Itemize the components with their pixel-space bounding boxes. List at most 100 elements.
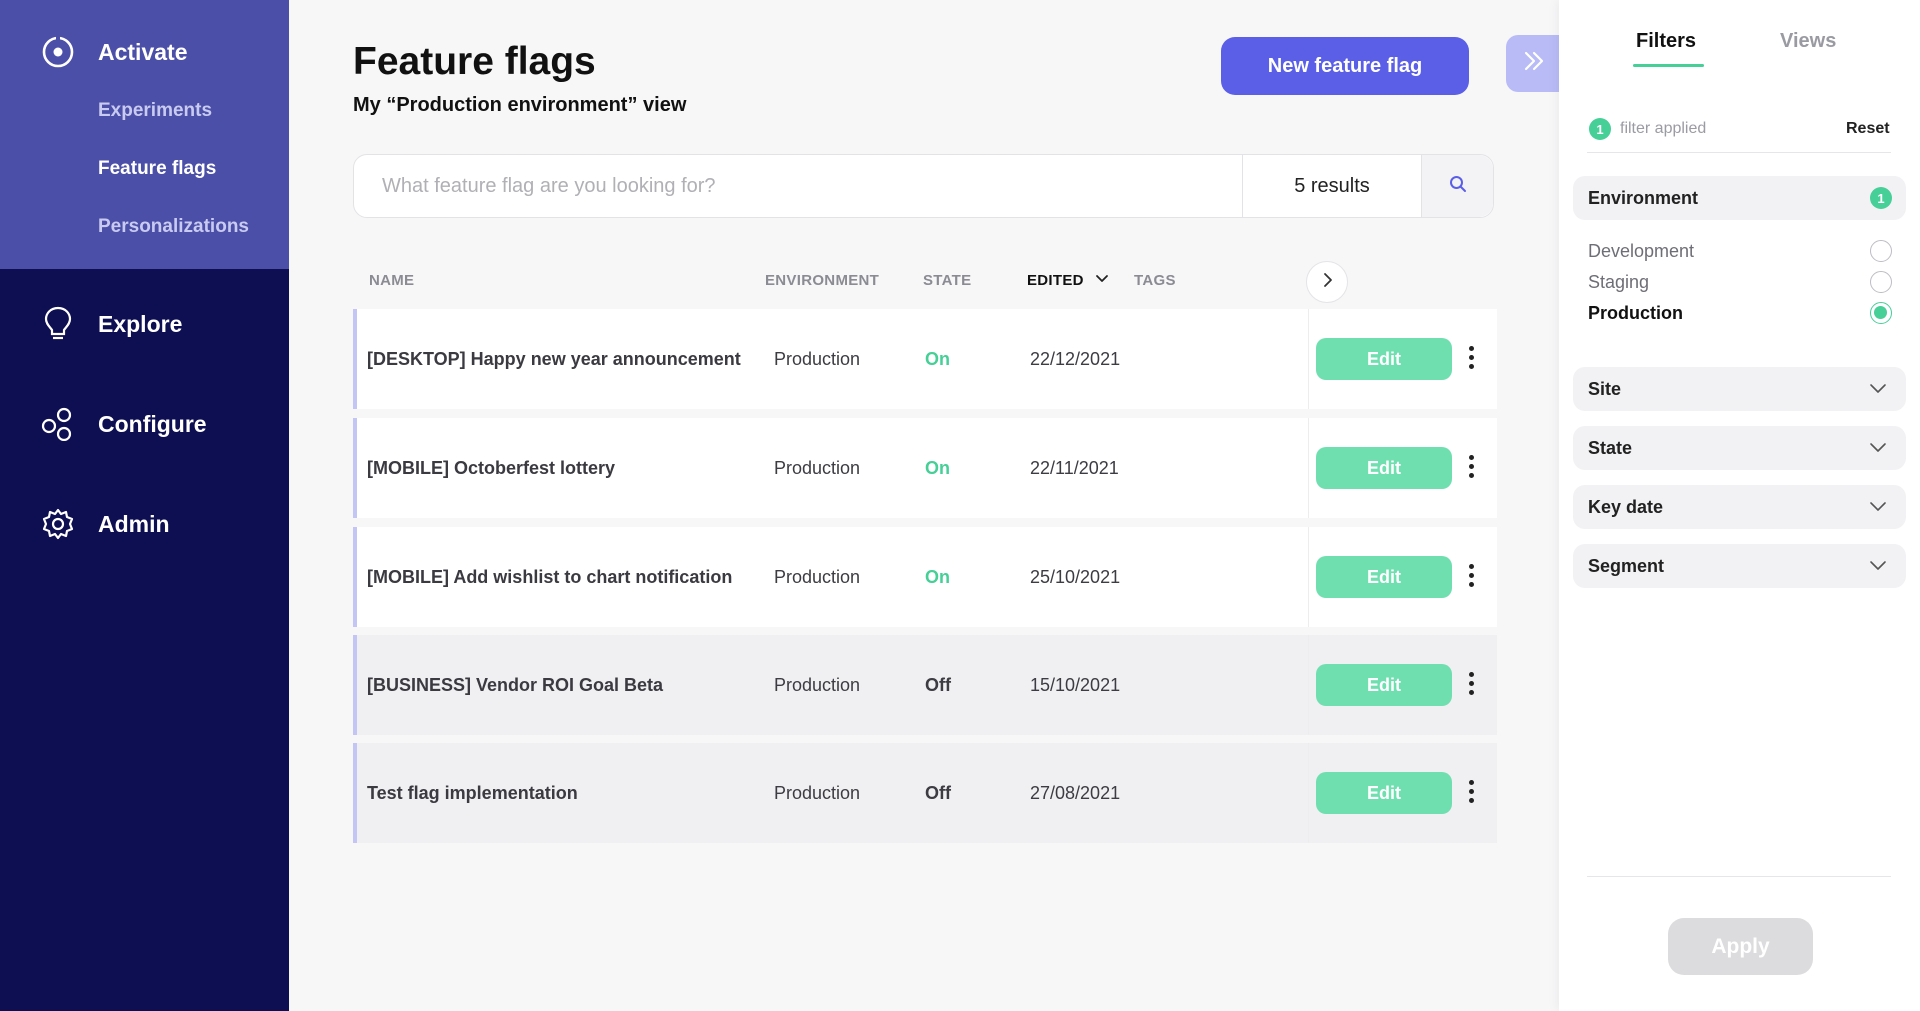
- more-options-icon[interactable]: [1461, 448, 1481, 484]
- tab-filters[interactable]: Filters: [1636, 30, 1696, 53]
- table-row: Test flag implementation Production Off …: [353, 743, 1497, 843]
- divider: [1587, 876, 1891, 877]
- collapse-panel-button[interactable]: [1506, 35, 1561, 92]
- flag-state: On: [925, 348, 950, 369]
- results-count: 5 results: [1242, 155, 1421, 217]
- row-actions: Edit: [1308, 418, 1497, 518]
- nav-activate[interactable]: Activate: [40, 34, 187, 70]
- option-label: Development: [1588, 240, 1695, 261]
- flag-environment: Production: [774, 566, 861, 587]
- flag-name[interactable]: Test flag implementation: [367, 743, 578, 843]
- filter-panel: Filters Views 1 filter applied Reset Env…: [1559, 0, 1920, 1011]
- flag-name[interactable]: [MOBILE] Octoberfest lottery: [367, 418, 615, 518]
- lightbulb-icon: [40, 306, 76, 342]
- search-bar: 5 results: [353, 154, 1494, 218]
- nav-explore-label: Explore: [98, 310, 183, 337]
- nav-explore[interactable]: Explore: [40, 306, 182, 342]
- sidebar-item-feature-flags[interactable]: Feature flags: [98, 158, 216, 180]
- filter-group-key-date[interactable]: Key date: [1573, 485, 1906, 529]
- search-input[interactable]: [354, 155, 1242, 217]
- flag-edited-date: 27/08/2021: [1030, 782, 1121, 803]
- page-title: Feature flags: [353, 40, 596, 83]
- flag-environment: Production: [774, 457, 861, 478]
- page-subtitle: My “Production environment” view: [353, 94, 687, 116]
- table-row: [DESKTOP] Happy new year announcement Pr…: [353, 309, 1497, 409]
- edit-button[interactable]: Edit: [1316, 556, 1452, 598]
- radio-button[interactable]: [1870, 271, 1892, 293]
- sidebar-item-experiments[interactable]: Experiments: [98, 100, 212, 122]
- column-header-state[interactable]: STATE: [923, 272, 971, 289]
- column-header-name[interactable]: NAME: [369, 272, 414, 289]
- divider: [1587, 152, 1891, 153]
- activate-section: Activate Experiments Feature flags Perso…: [0, 0, 289, 269]
- nav-configure-label: Configure: [98, 410, 207, 437]
- row-actions: Edit: [1308, 743, 1497, 843]
- edit-button[interactable]: Edit: [1316, 664, 1452, 706]
- environment-count-badge: 1: [1870, 187, 1892, 209]
- reset-button[interactable]: Reset: [1846, 120, 1890, 138]
- more-options-icon[interactable]: [1461, 665, 1481, 701]
- radio-button[interactable]: [1870, 240, 1892, 262]
- more-options-icon[interactable]: [1461, 339, 1481, 375]
- radio-button-selected[interactable]: [1870, 302, 1892, 324]
- applied-label: filter applied: [1620, 120, 1707, 137]
- sort-chevron-down-icon[interactable]: [1094, 270, 1110, 291]
- nav-configure[interactable]: Configure: [40, 406, 207, 442]
- column-header-tags[interactable]: TAGS: [1134, 272, 1176, 289]
- edit-button[interactable]: Edit: [1316, 338, 1452, 380]
- more-options-icon[interactable]: [1461, 773, 1481, 809]
- flag-name[interactable]: [DESKTOP] Happy new year announcement: [367, 309, 741, 409]
- filter-group-label: Key date: [1588, 496, 1664, 517]
- flag-state: Off: [925, 674, 951, 695]
- scroll-right-button[interactable]: [1306, 261, 1348, 303]
- flag-name[interactable]: [MOBILE] Add wishlist to chart notificat…: [367, 527, 732, 627]
- nav-admin-label: Admin: [98, 510, 170, 537]
- filter-group-label: Environment: [1588, 187, 1699, 208]
- nav-admin[interactable]: Admin: [40, 506, 170, 542]
- main-content: Feature flags My “Production environment…: [289, 0, 1561, 1011]
- flag-edited-date: 15/10/2021: [1030, 674, 1121, 695]
- filter-option-production[interactable]: Production: [1588, 302, 1892, 324]
- nav-activate-label: Activate: [98, 38, 188, 65]
- table-row: [MOBILE] Octoberfest lottery Production …: [353, 418, 1497, 518]
- active-tab-indicator: [1633, 64, 1704, 67]
- row-actions: Edit: [1308, 527, 1497, 627]
- chevron-down-icon: [1868, 378, 1888, 403]
- applied-count-badge: 1: [1589, 118, 1611, 140]
- search-button[interactable]: [1421, 155, 1493, 217]
- new-feature-flag-button[interactable]: New feature flag: [1221, 37, 1469, 95]
- gear-icon: [40, 506, 76, 542]
- sidebar-item-personalizations[interactable]: Personalizations: [98, 216, 249, 238]
- option-label: Staging: [1588, 271, 1650, 292]
- filter-group-state[interactable]: State: [1573, 426, 1906, 470]
- filter-group-segment[interactable]: Segment: [1573, 544, 1906, 588]
- column-header-edited[interactable]: EDITED: [1027, 272, 1084, 289]
- edit-button[interactable]: Edit: [1316, 447, 1452, 489]
- filter-option-development[interactable]: Development: [1588, 240, 1892, 262]
- filter-option-staging[interactable]: Staging: [1588, 271, 1892, 293]
- filter-group-site[interactable]: Site: [1573, 367, 1906, 411]
- filter-group-label: State: [1588, 437, 1633, 458]
- filter-group-label: Segment: [1588, 555, 1665, 576]
- flag-environment: Production: [774, 674, 861, 695]
- table-row: [BUSINESS] Vendor ROI Goal Beta Producti…: [353, 635, 1497, 735]
- sidebar: Activate Experiments Feature flags Perso…: [0, 0, 289, 1011]
- row-actions: Edit: [1308, 635, 1497, 735]
- tab-views[interactable]: Views: [1780, 30, 1836, 53]
- more-options-icon[interactable]: [1461, 557, 1481, 593]
- apply-button[interactable]: Apply: [1668, 918, 1813, 975]
- edit-button[interactable]: Edit: [1316, 772, 1452, 814]
- flag-edited-date: 25/10/2021: [1030, 566, 1121, 587]
- flag-name[interactable]: [BUSINESS] Vendor ROI Goal Beta: [367, 635, 663, 735]
- table-row: [MOBILE] Add wishlist to chart notificat…: [353, 527, 1497, 627]
- option-label: Production: [1588, 302, 1683, 323]
- filter-group-environment[interactable]: Environment 1: [1573, 176, 1906, 220]
- row-actions: Edit: [1308, 309, 1497, 409]
- column-header-environment[interactable]: ENVIRONMENT: [765, 272, 879, 289]
- double-chevron-right-icon: [1522, 50, 1546, 77]
- target-icon: [40, 34, 76, 70]
- flag-state: On: [925, 457, 950, 478]
- chevron-right-icon: [1320, 272, 1334, 293]
- flag-state: On: [925, 566, 950, 587]
- filter-group-label: Site: [1588, 378, 1622, 399]
